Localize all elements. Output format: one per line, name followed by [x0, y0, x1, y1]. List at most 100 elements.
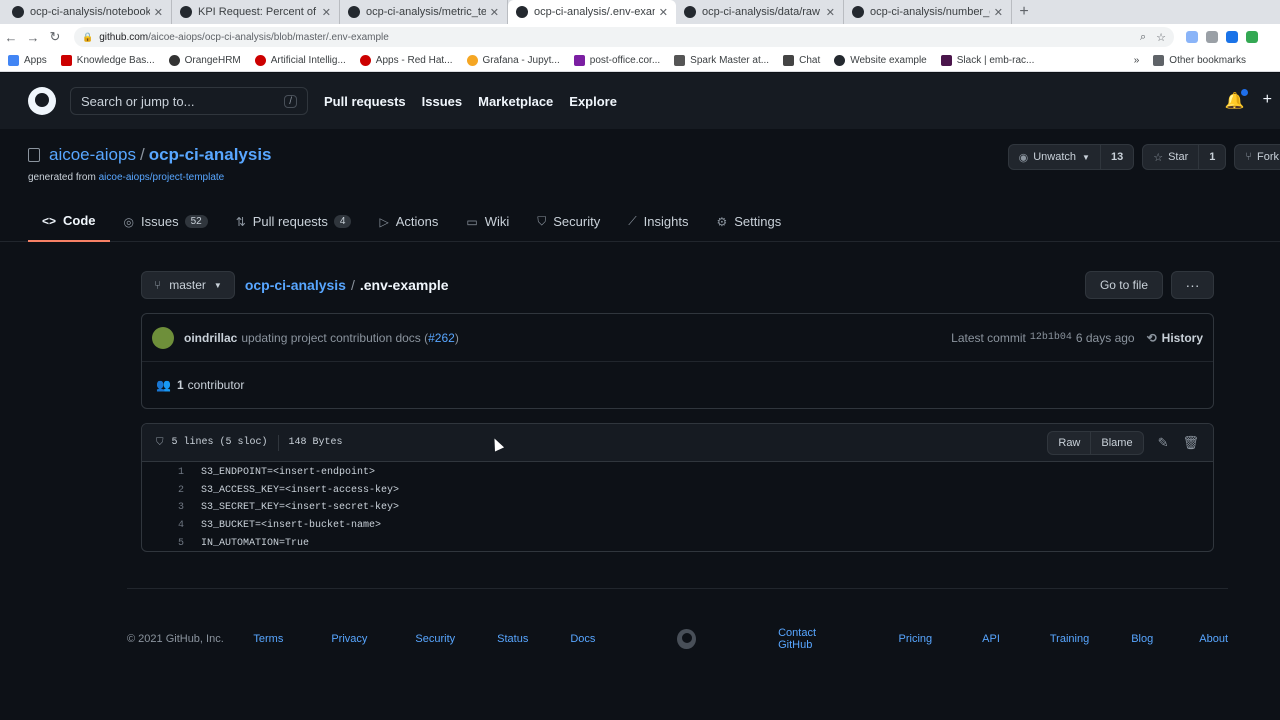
raw-button[interactable]: Raw [1048, 431, 1092, 454]
bookmark-item[interactable]: Spark Master at... [674, 55, 769, 66]
repo-owner-link[interactable]: aicoe-aiops [49, 145, 136, 165]
watch-button[interactable]: ◉ Unwatch ▼ 13 [1007, 144, 1135, 170]
file-navigation: ⑂ master ▼ ocp-ci-analysis / .env-example … [141, 271, 1214, 299]
tab-close-icon[interactable]: ✕ [659, 6, 668, 19]
browser-tab[interactable]: KPI Request: Percent of Fla✕ [172, 0, 340, 24]
line-code: S3_ACCESS_KEY=<insert-access-key> [201, 484, 400, 496]
notification-dot [1240, 89, 1248, 96]
star-count[interactable]: 1 [1199, 145, 1225, 169]
tab-settings[interactable]: ⚙ Settings [702, 201, 795, 242]
footer-link-about[interactable]: About [1199, 633, 1228, 645]
browser-tab[interactable]: ocp-ci-analysis/data/raw at ✕ [676, 0, 844, 24]
commit-pr-link[interactable]: #262 [428, 331, 455, 345]
go-to-file-button[interactable]: Go to file [1084, 271, 1163, 299]
tab-security[interactable]: ⛉ Security [523, 201, 614, 242]
tab-code[interactable]: <> Code [28, 201, 110, 242]
footer-link-privacy[interactable]: Privacy [331, 633, 367, 645]
back-icon[interactable]: ← [0, 30, 22, 45]
tab-issues[interactable]: ◎ Issues 52 [110, 201, 222, 242]
people-icon: 👥 [156, 378, 171, 392]
bookmark-item[interactable]: Artificial Intellig... [254, 55, 346, 66]
line-number[interactable]: 3 [142, 502, 184, 513]
bookmark-item[interactable]: post-office.cor... [573, 55, 660, 66]
forward-icon[interactable]: → [22, 30, 44, 45]
bookmark-item[interactable]: Website example [834, 55, 927, 66]
notifications-bell-icon[interactable]: 🔔 [1225, 89, 1248, 111]
star-button[interactable]: ☆ Star 1 [1142, 144, 1227, 170]
tab-close-icon[interactable]: ✕ [154, 6, 163, 19]
github-footer-logo-icon[interactable] [677, 629, 697, 649]
tab-close-icon[interactable]: ✕ [322, 6, 331, 19]
bookmark-item[interactable]: Grafana - Jupyt... [466, 55, 560, 66]
breadcrumb-repo-link[interactable]: ocp-ci-analysis [245, 277, 346, 293]
fork-button[interactable]: ⑂ Fork [1234, 144, 1280, 170]
tab-close-icon[interactable]: ✕ [490, 6, 499, 19]
search-input[interactable]: Search or jump to... / [70, 87, 308, 115]
footer-link-blog[interactable]: Blog [1131, 633, 1153, 645]
tab-close-icon[interactable]: ✕ [826, 6, 835, 19]
branch-select-button[interactable]: ⑂ master ▼ [141, 271, 235, 299]
footer-link-security[interactable]: Security [415, 633, 455, 645]
avatar[interactable] [152, 326, 174, 349]
template-link[interactable]: aicoe-aiops/project-template [99, 172, 225, 183]
zoom-search-icon[interactable]: ⌕ [1140, 31, 1146, 44]
contributors-row[interactable]: 👥 1 contributor [142, 362, 1213, 408]
repo-name-link[interactable]: ocp-ci-analysis [149, 145, 272, 165]
extension-icon[interactable] [1246, 31, 1258, 43]
pencil-edit-icon[interactable]: ✎ [1158, 435, 1169, 451]
history-button[interactable]: ⟲ History [1147, 331, 1203, 345]
other-bookmarks[interactable]: Other bookmarks [1153, 55, 1246, 66]
browser-tab-active[interactable]: ocp-ci-analysis/.env-examp ✕ [508, 0, 676, 24]
github-logo-icon[interactable] [28, 87, 56, 115]
commit-author-link[interactable]: oindrillac [184, 331, 237, 345]
create-new-plus-icon[interactable]: + [1263, 91, 1272, 111]
tab-actions[interactable]: ▷ Actions [365, 201, 452, 242]
tab-pull-requests[interactable]: ⇅ Pull requests 4 [222, 201, 366, 242]
bookmark-item[interactable]: Knowledge Bas... [60, 55, 155, 66]
browser-tab[interactable]: ocp-ci-analysis/number_of ✕ [844, 0, 1012, 24]
github-favicon-icon [348, 6, 360, 18]
browser-tab[interactable]: ocp-ci-analysis/metric_tem ✕ [340, 0, 508, 24]
reload-icon[interactable]: ↻ [44, 29, 66, 45]
watch-count[interactable]: 13 [1101, 145, 1133, 169]
tab-wiki[interactable]: ▭ Wiki [452, 201, 523, 242]
line-number[interactable]: 4 [142, 520, 184, 531]
footer-link-api[interactable]: API [982, 633, 1000, 645]
footer-link-status[interactable]: Status [497, 633, 528, 645]
bookmark-item[interactable]: Slack | emb-rac... [940, 55, 1034, 66]
bookmark-item[interactable]: Apps - Red Hat... [359, 55, 453, 66]
file-viewer: ⛉ 5 lines (5 sloc) 148 Bytes Raw Blame ✎… [141, 423, 1214, 552]
nav-explore[interactable]: Explore [569, 94, 617, 109]
footer-link-contact[interactable]: Contact GitHub [778, 627, 848, 651]
commit-message[interactable]: updating project contribution docs (#262… [241, 331, 458, 345]
more-options-icon[interactable]: ··· [1171, 271, 1214, 299]
bookmark-item[interactable]: Chat [783, 55, 820, 66]
nav-pull-requests[interactable]: Pull requests [324, 94, 406, 109]
address-bar: ← → ↻ 🔒 github.com/aicoe-aiops/ocp-ci-an… [0, 24, 1280, 50]
footer-link-terms[interactable]: Terms [253, 633, 283, 645]
bookmark-apps[interactable]: Apps [8, 55, 47, 66]
bookmark-star-icon[interactable]: ☆ [1156, 31, 1166, 44]
blame-button[interactable]: Blame [1091, 432, 1142, 454]
browser-tab[interactable]: ocp-ci-analysis/notebooks ✕ [4, 0, 172, 24]
bookmark-item[interactable]: OrangeHRM [168, 55, 241, 66]
nav-marketplace[interactable]: Marketplace [478, 94, 553, 109]
line-number[interactable]: 5 [142, 538, 184, 549]
new-tab-button[interactable]: + [1012, 0, 1036, 24]
url-input[interactable]: 🔒 github.com/aicoe-aiops/ocp-ci-analysis… [74, 27, 1174, 47]
footer-link-pricing[interactable]: Pricing [899, 633, 933, 645]
commit-sha-link[interactable]: 12b1b04 [1030, 332, 1072, 343]
line-number[interactable]: 1 [142, 467, 184, 478]
footer-link-docs[interactable]: Docs [570, 633, 595, 645]
footer-link-training[interactable]: Training [1050, 633, 1089, 645]
line-number[interactable]: 2 [142, 485, 184, 496]
trash-delete-icon[interactable]: 🗑 [1182, 435, 1199, 451]
tab-insights[interactable]: ⟋ Insights [614, 201, 702, 242]
tab-close-icon[interactable]: ✕ [994, 6, 1003, 19]
extension-icon[interactable] [1186, 31, 1198, 43]
nav-issues[interactable]: Issues [422, 94, 462, 109]
extension-icon[interactable] [1226, 31, 1238, 43]
bookmarks-overflow-icon[interactable]: » [1134, 55, 1140, 66]
extension-icon[interactable] [1206, 31, 1218, 43]
star-icon: ☆ [1153, 151, 1164, 164]
